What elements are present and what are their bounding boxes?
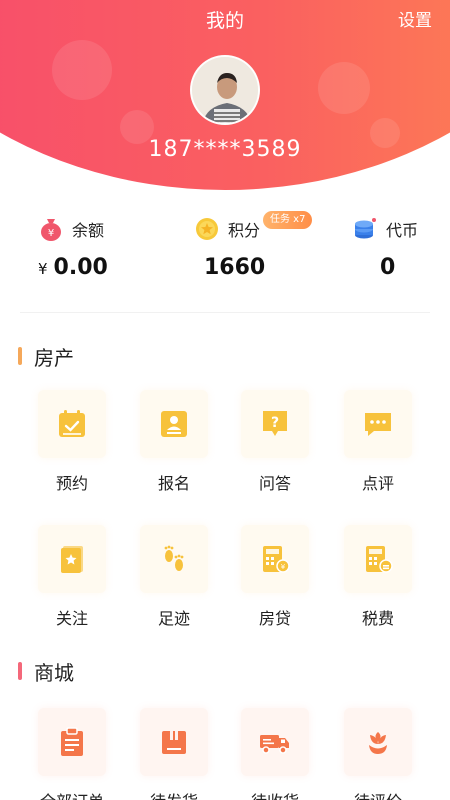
tokens-value: 0 <box>380 255 396 280</box>
order-clipboard-icon <box>61 727 83 756</box>
tile-label: 报名 <box>157 474 190 493</box>
tile-label: 足迹 <box>157 609 190 628</box>
tile-label: 待发货 <box>124 788 224 800</box>
tile-label: 房贷 <box>258 609 291 628</box>
account-stats: ¥ 余额 ¥0.00 积分 1660 代币 0 <box>0 205 450 315</box>
divider <box>20 312 430 313</box>
question-bubble-icon: ? <box>263 411 287 436</box>
calendar-check-icon <box>59 410 85 437</box>
section-title-real-estate: 房产 <box>18 343 74 370</box>
decor-bubble <box>318 62 370 114</box>
tile-label: 问答 <box>258 474 291 493</box>
section-title-mall: 商城 <box>18 658 74 685</box>
section-label: 房产 <box>34 345 74 370</box>
svg-text:¥: ¥ <box>48 228 54 239</box>
tokens-label: 代币 <box>386 221 419 240</box>
delivery-truck-icon <box>260 735 289 754</box>
profile-header: 我的 设置 187****3589 <box>0 0 450 190</box>
svg-text:?: ? <box>271 415 279 431</box>
comment-bubble-icon <box>365 413 391 436</box>
svg-text:¥: ¥ <box>281 563 286 571</box>
tile-label: 预约 <box>55 474 88 493</box>
tile-label: 全部订单 <box>22 788 122 800</box>
avatar[interactable] <box>190 55 260 125</box>
mortgage-calculator-icon: ¥ <box>263 546 290 573</box>
star-bookmark-icon <box>61 546 83 573</box>
flower-review-icon <box>369 732 387 754</box>
package-box-icon <box>162 731 186 754</box>
section-accent-bar <box>18 662 22 680</box>
points-label: 积分 <box>228 221 261 240</box>
footprints-icon <box>164 545 184 571</box>
currency-symbol: ¥ <box>38 260 48 278</box>
section-accent-bar <box>18 347 22 365</box>
decor-bubble <box>52 40 112 100</box>
phone-number: 187****3589 <box>148 137 302 162</box>
coin-star-icon <box>196 218 218 240</box>
tile-label: 待收货 <box>225 788 325 800</box>
balance-value: 0.00 <box>53 255 108 280</box>
task-badge[interactable]: 任务 x7 <box>263 211 313 229</box>
tile-label: 点评 <box>361 474 394 493</box>
coin-stack-icon <box>355 218 376 239</box>
balance-label: 余额 <box>72 221 105 240</box>
tax-calculator-icon <box>366 546 393 573</box>
tile-label: 待评价 <box>328 788 428 800</box>
id-card-icon <box>161 411 187 437</box>
page-title: 我的 <box>205 10 244 32</box>
points-value: 1660 <box>204 255 266 280</box>
money-bag-icon: ¥ <box>41 219 61 241</box>
tile-label: 关注 <box>55 609 88 628</box>
settings-button[interactable]: 设置 <box>398 6 432 31</box>
section-label: 商城 <box>34 660 74 685</box>
tile-label: 税费 <box>361 609 394 628</box>
